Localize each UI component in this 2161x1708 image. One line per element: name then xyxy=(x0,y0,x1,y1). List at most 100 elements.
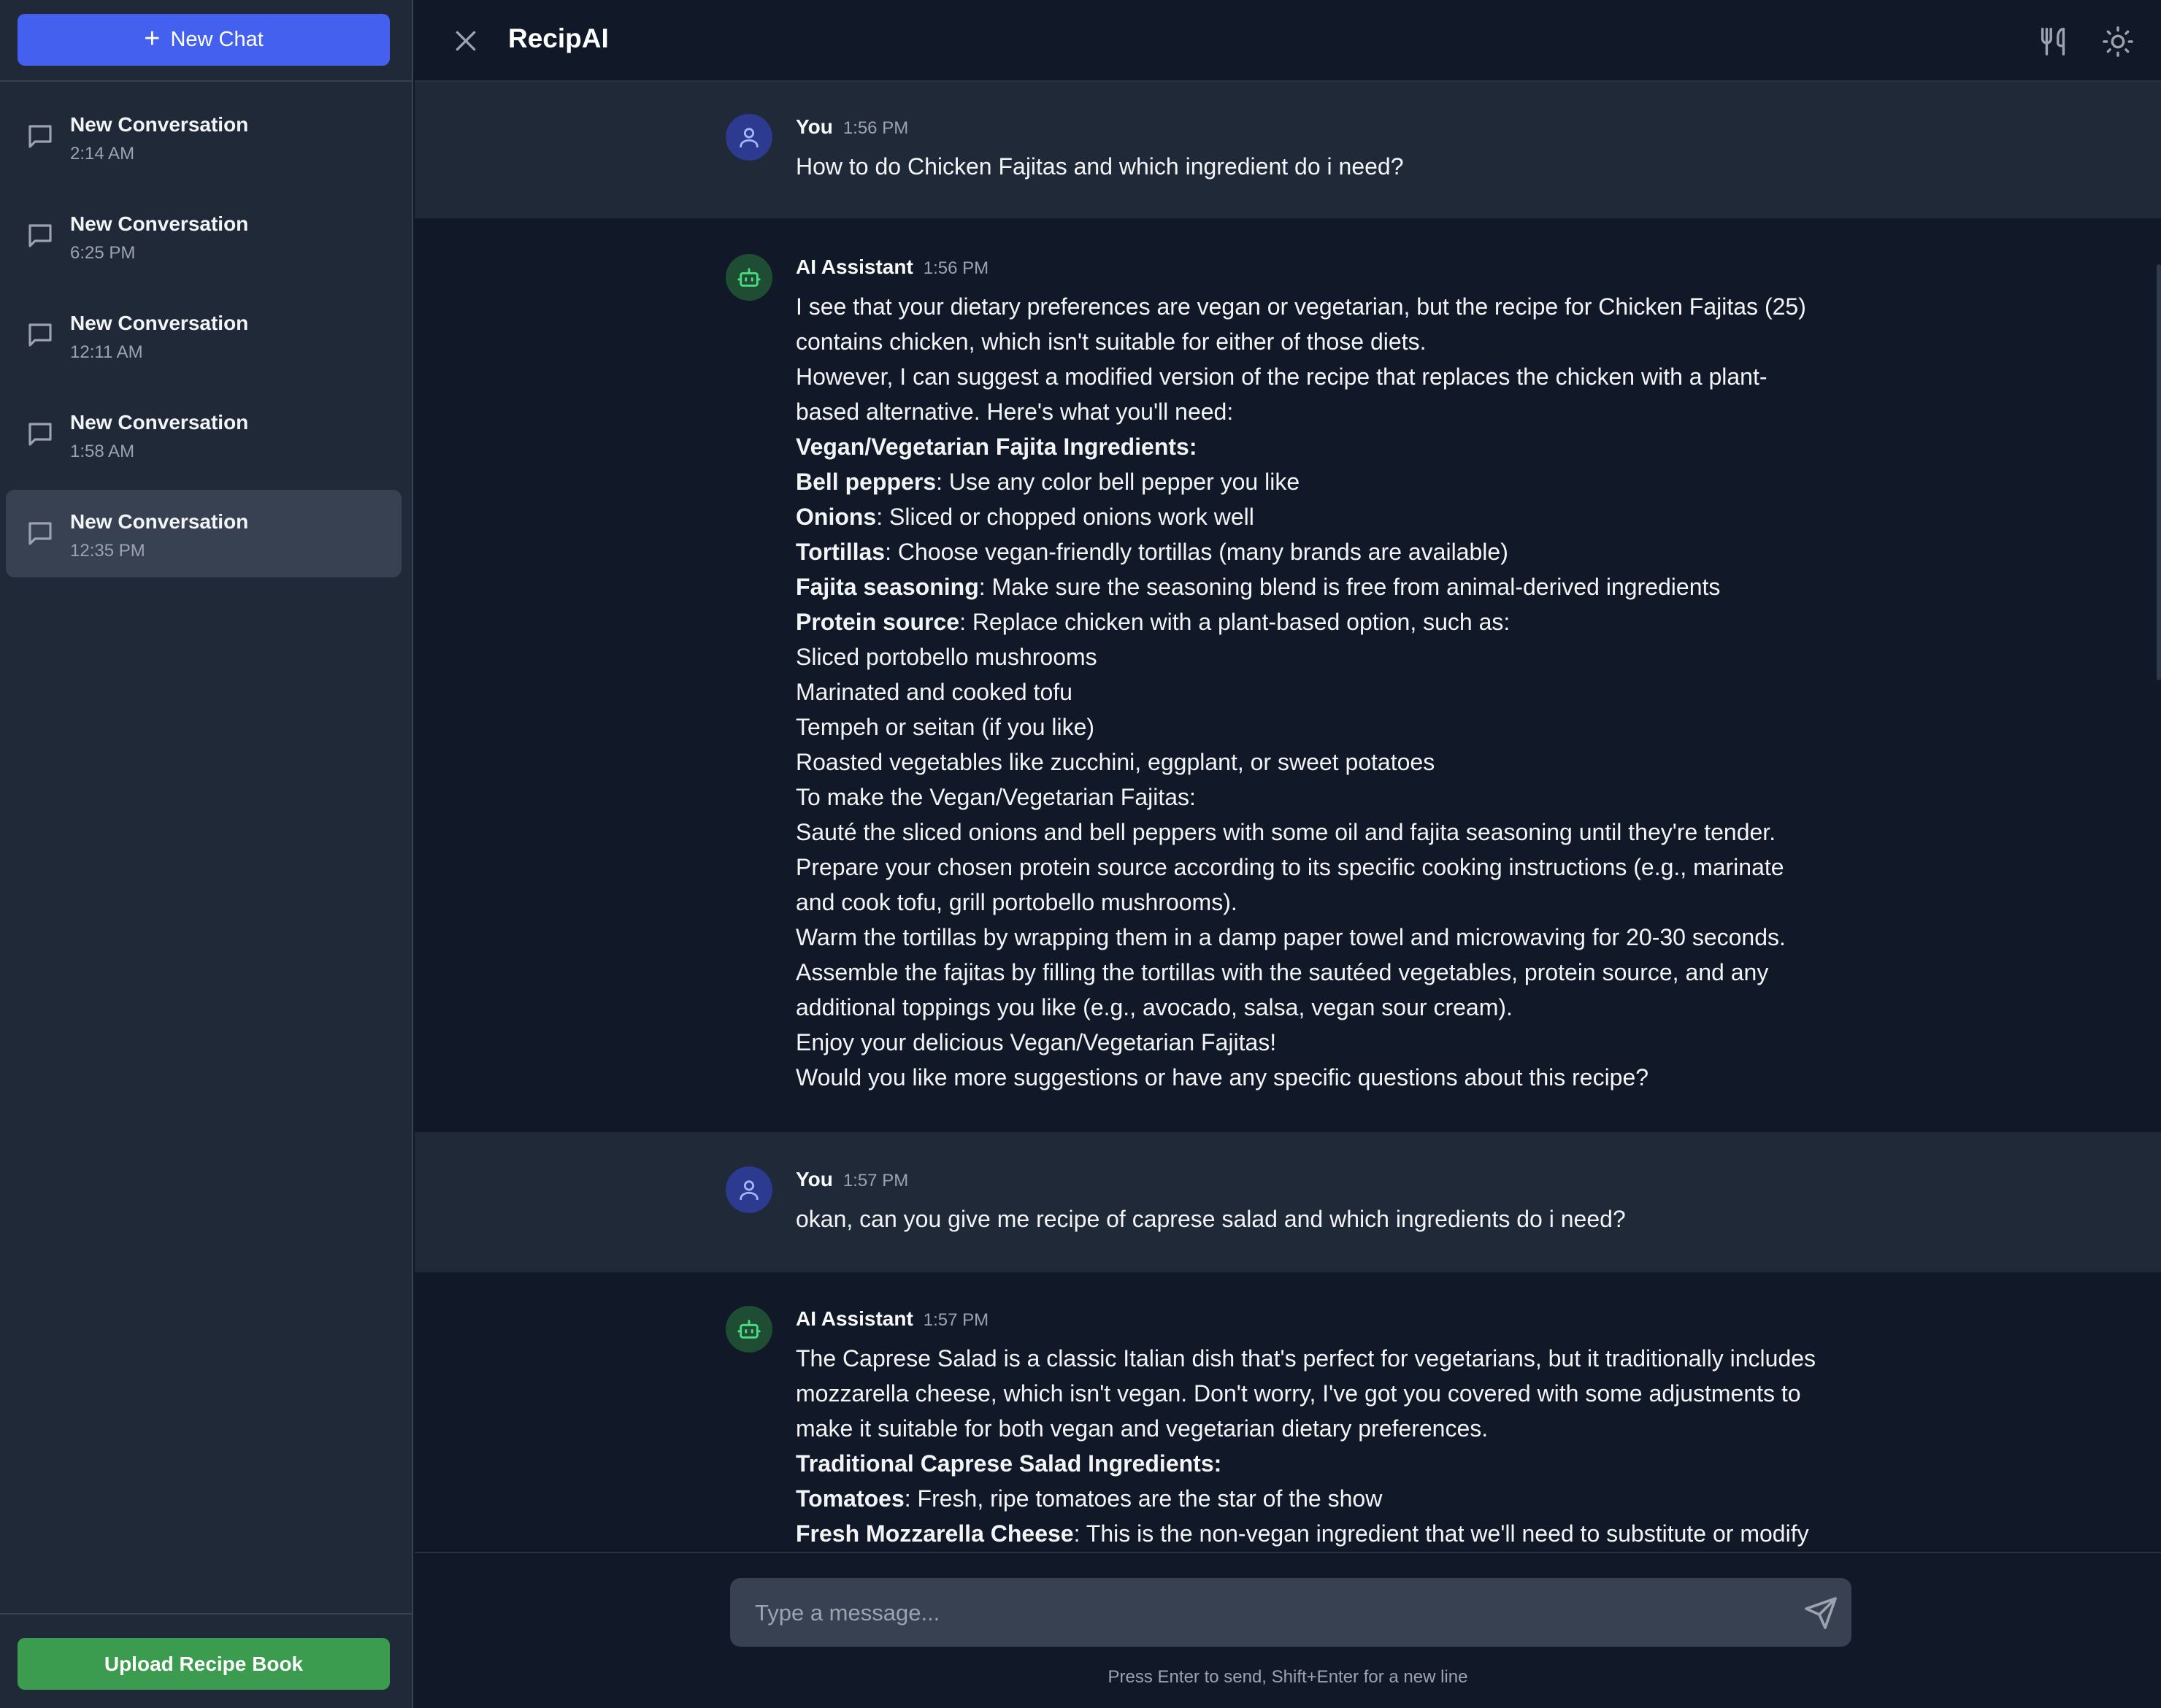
message-time: 1:56 PM xyxy=(842,118,909,138)
assistant-avatar xyxy=(726,1306,772,1353)
sun-icon[interactable] xyxy=(2101,25,2135,58)
conversation-item[interactable]: New Conversation 12:11 AM xyxy=(6,291,402,379)
message-line: Bell peppers: Use any color bell pepper … xyxy=(796,469,1300,495)
utensils-icon[interactable] xyxy=(2037,25,2070,58)
message-line: Protein source: Replace chicken with a p… xyxy=(796,609,1511,635)
message-line: However, I can suggest a modified versio… xyxy=(796,363,1767,390)
message-meta: You 1:57 PM xyxy=(796,1168,908,1191)
user-avatar xyxy=(726,1166,772,1213)
message-line: Tomatoes: Fresh, ripe tomatoes are the s… xyxy=(796,1485,1383,1512)
message-meta: AI Assistant 1:56 PM xyxy=(796,255,989,279)
message-line: Warm the tortillas by wrapping them in a… xyxy=(796,924,1786,950)
message-line: The Caprese Salad is a classic Italian d… xyxy=(796,1345,1816,1372)
message-line: Tortillas: Choose vegan-friendly tortill… xyxy=(796,539,1508,565)
sidebar-bottom-divider xyxy=(0,1613,413,1615)
message-line: How to do Chicken Fajitas and which ingr… xyxy=(796,153,1404,180)
close-icon[interactable] xyxy=(451,26,480,55)
message-meta: You 1:56 PM xyxy=(796,115,908,139)
section-heading: Traditional Caprese Salad Ingredients: xyxy=(796,1450,1222,1477)
conversation-item[interactable]: New Conversation 2:14 AM xyxy=(6,93,402,180)
message-line: Marinated and cooked tofu xyxy=(796,679,1072,705)
message-line: Assemble the fajitas by filling the tort… xyxy=(796,959,1769,985)
assistant-message: AI Assistant 1:57 PM The Caprese Salad is… xyxy=(415,1272,2161,1552)
message-line: Sauté the sliced onions and bell peppers… xyxy=(796,819,1776,845)
app-title: RecipAI xyxy=(508,23,609,53)
message-line: Traditional Caprese Salad Ingredients: xyxy=(796,1446,1862,1481)
message-time: 1:57 PM xyxy=(842,1171,909,1190)
new-chat-button[interactable]: + New Chat xyxy=(18,14,390,66)
conversation-time: 2:14 AM xyxy=(70,144,135,164)
message-time: 1:57 PM xyxy=(923,1310,989,1330)
message-line: based alternative. Here's what you'll ne… xyxy=(796,399,1234,425)
message-body: The Caprese Salad is a classic Italian d… xyxy=(796,1341,1862,1551)
bold-term: Bell peppers xyxy=(796,469,937,495)
message-line: Vegan/Vegetarian Fajita Ingredients: xyxy=(796,429,1862,464)
message-line: To make the Vegan/Vegetarian Fajitas: xyxy=(796,784,1196,810)
message-line: Tempeh or seitan (if you like) xyxy=(796,714,1095,740)
message-meta: AI Assistant 1:57 PM xyxy=(796,1307,989,1331)
message-line: mozzarella cheese, which isn't vegan. Do… xyxy=(796,1380,1801,1407)
chat-bubble-icon xyxy=(28,224,52,247)
chat-bubble-icon xyxy=(28,423,52,446)
message-line: Onions: Sliced or chopped onions work we… xyxy=(796,504,1254,530)
message-line: Enjoy your delicious Vegan/Vegetarian Fa… xyxy=(796,1029,1277,1055)
bold-term: Protein source xyxy=(796,609,960,635)
conversation-item[interactable]: New Conversation 6:25 PM xyxy=(6,192,402,280)
message-line: Fresh Mozzarella Cheese: This is the non… xyxy=(796,1520,1809,1547)
message-line: Prepare your chosen protein source accor… xyxy=(796,854,1784,880)
message-body: How to do Chicken Fajitas and which ingr… xyxy=(796,149,1862,184)
conversation-time: 12:35 PM xyxy=(70,541,145,561)
message-line: and cook tofu, grill portobello mushroom… xyxy=(796,889,1237,915)
scrollbar[interactable] xyxy=(2157,264,2161,680)
user-message: You 1:57 PM okan, can you give me recipe … xyxy=(415,1132,2161,1272)
conversation-title: New Conversation xyxy=(70,212,249,235)
new-chat-label: New Chat xyxy=(170,28,264,51)
bold-term: Tortillas xyxy=(796,539,886,565)
conversation-item[interactable]: New Conversation 1:58 AM xyxy=(6,391,402,478)
conversation-title: New Conversation xyxy=(70,312,249,334)
chat-bubble-icon xyxy=(28,323,52,347)
message-line: Would you like more suggestions or have … xyxy=(796,1064,1649,1090)
conversation-time: 12:11 AM xyxy=(70,342,143,362)
message-line: I see that your dietary preferences are … xyxy=(796,293,1806,320)
message-body: I see that your dietary preferences are … xyxy=(796,289,1862,1095)
message-line: make it suitable for both vegan and vege… xyxy=(796,1415,1489,1442)
message-body: okan, can you give me recipe of caprese … xyxy=(796,1201,1862,1236)
conversation-title: New Conversation xyxy=(70,113,249,136)
conversation-item-active[interactable]: New Conversation 12:35 PM xyxy=(6,490,402,577)
bold-term: Onions xyxy=(796,504,877,530)
user-avatar xyxy=(726,114,772,161)
conversation-time: 1:58 AM xyxy=(70,442,135,461)
user-message: You 1:56 PM How to do Chicken Fajitas and… xyxy=(415,82,2161,218)
message-line: Roasted vegetables like zucchini, eggpla… xyxy=(796,749,1435,775)
chat-bubble-icon xyxy=(28,522,52,545)
message-line: additional toppings you like (e.g., avoc… xyxy=(796,994,1513,1020)
message-input[interactable] xyxy=(753,1578,1778,1648)
composer: Press Enter to send, Shift+Enter for a n… xyxy=(415,1552,2161,1708)
assistant-avatar xyxy=(726,254,772,301)
message-line: contains chicken, which isn't suitable f… xyxy=(796,328,1427,355)
plus-icon: + xyxy=(144,23,161,54)
section-heading: Vegan/Vegetarian Fajita Ingredients: xyxy=(796,434,1197,460)
conversation-list: New Conversation 2:14 AM New Conversatio… xyxy=(6,93,402,589)
sender-name: You xyxy=(796,1168,833,1190)
conversation-title: New Conversation xyxy=(70,510,249,533)
sidebar-divider xyxy=(0,80,413,82)
message-list[interactable]: You 1:56 PM How to do Chicken Fajitas and… xyxy=(415,82,2161,1552)
upload-recipe-book-button[interactable]: Upload Recipe Book xyxy=(18,1638,390,1690)
assistant-message: AI Assistant 1:56 PM I see that your diet… xyxy=(415,218,2161,1132)
send-icon[interactable] xyxy=(1803,1596,1838,1631)
sender-name: AI Assistant xyxy=(796,1307,913,1330)
chat-bubble-icon xyxy=(28,125,52,148)
conversation-title: New Conversation xyxy=(70,411,249,434)
bold-term: Fresh Mozzarella Cheese xyxy=(796,1520,1074,1547)
conversation-time: 6:25 PM xyxy=(70,243,136,263)
bold-term: Tomatoes xyxy=(796,1485,905,1512)
input-hint: Press Enter to send, Shift+Enter for a n… xyxy=(1108,1667,1468,1687)
sidebar: + New Chat New Conversation 2:14 AM New … xyxy=(0,0,413,1708)
sender-name: AI Assistant xyxy=(796,255,913,278)
bold-term: Fajita seasoning xyxy=(796,574,979,600)
message-line: Fajita seasoning: Make sure the seasonin… xyxy=(796,574,1721,600)
message-line: okan, can you give me recipe of caprese … xyxy=(796,1206,1626,1232)
message-input-box xyxy=(730,1578,1851,1648)
